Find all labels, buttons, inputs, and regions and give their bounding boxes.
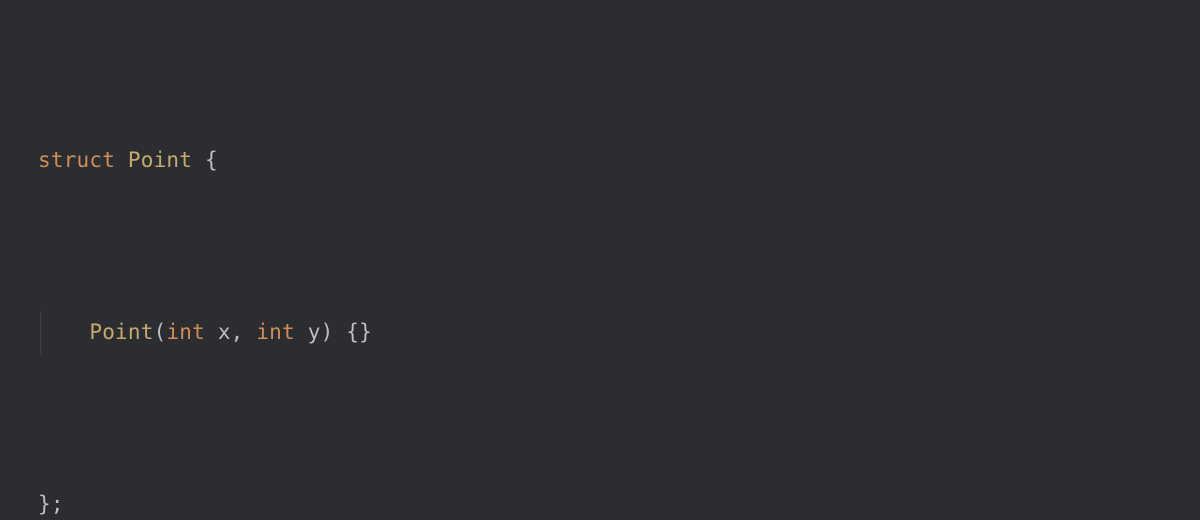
code-editor[interactable]: struct Point { Point(int x, int y) {} };… [0,0,1200,520]
keyword-int: int [256,320,295,344]
brace-pair: {} [346,320,372,344]
brace-open: { [205,148,218,172]
semicolon: ; [51,492,64,516]
comma: , [231,320,244,344]
brace-close: } [38,492,51,516]
paren-open: ( [154,320,167,344]
param-x: x [218,320,231,344]
keyword-int: int [166,320,205,344]
ctor-point: Point [89,320,153,344]
keyword-struct: struct [38,148,115,172]
code-line[interactable]: }; [0,483,1200,520]
paren-close: ) [321,320,334,344]
code-line[interactable]: struct Point { [0,139,1200,182]
param-y: y [308,320,321,344]
type-point: Point [128,148,192,172]
code-line[interactable]: Point(int x, int y) {} [0,311,1200,354]
